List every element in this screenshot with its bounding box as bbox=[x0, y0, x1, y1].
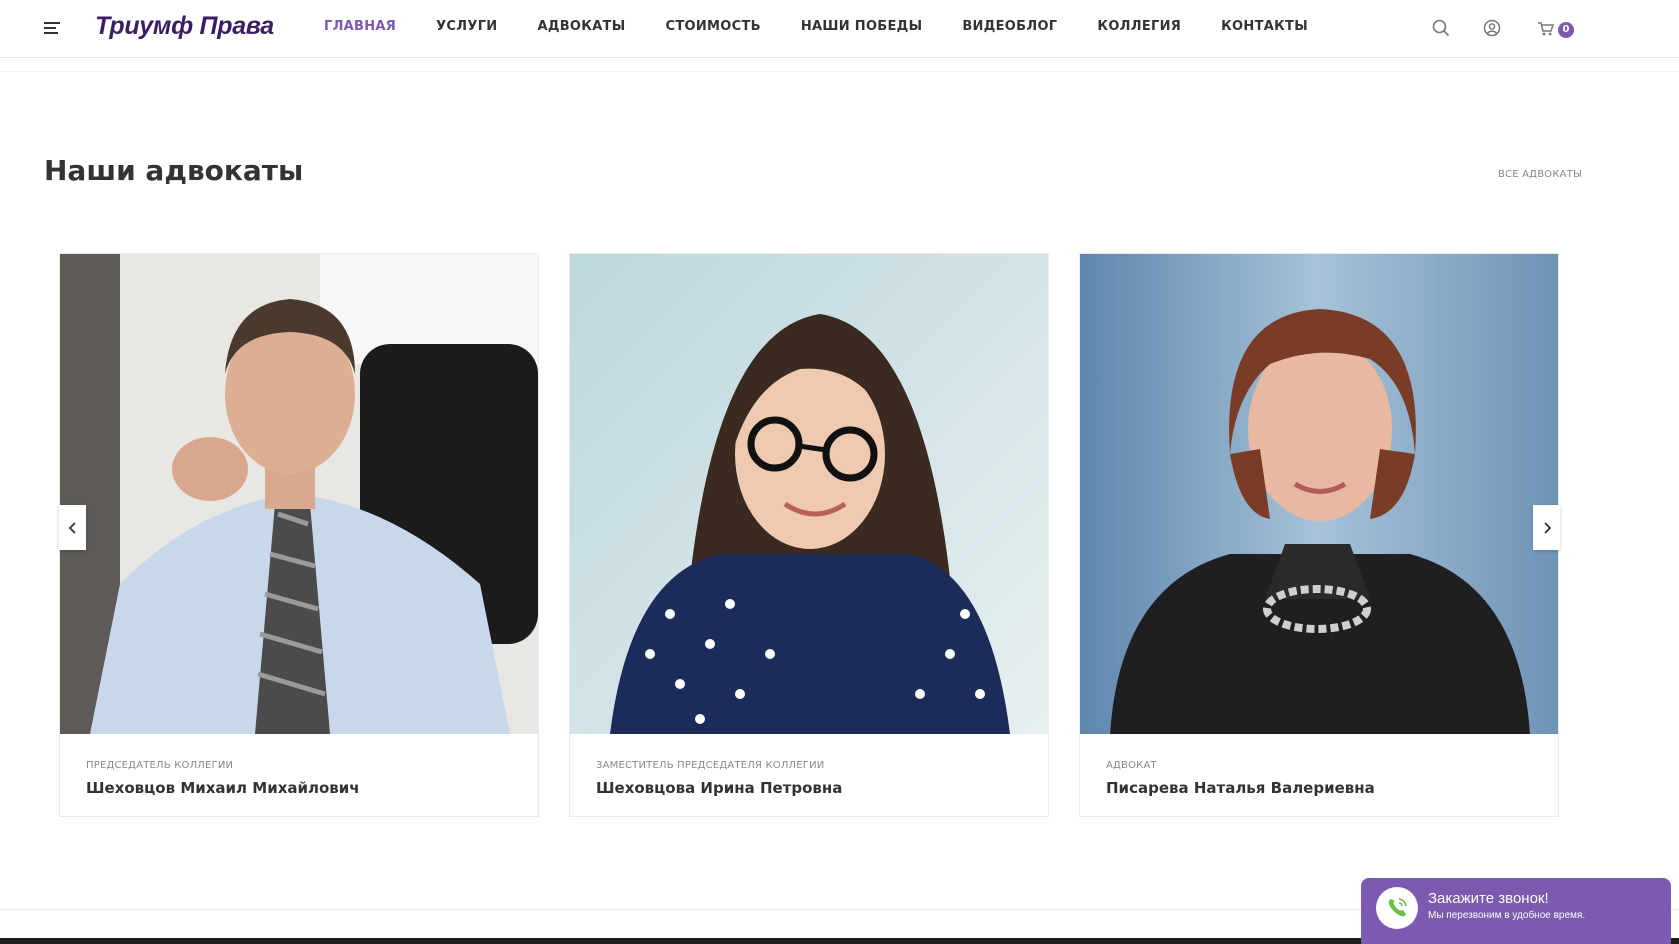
divider bbox=[0, 71, 1679, 72]
lawyer-photo bbox=[570, 254, 1048, 734]
callback-subtitle: Мы перезвоним в удобное время. bbox=[1428, 910, 1586, 921]
nav-services[interactable]: УСЛУГИ bbox=[436, 19, 497, 34]
chevron-left-icon bbox=[68, 521, 76, 534]
lawyer-card[interactable]: ЗАМЕСТИТЕЛЬ ПРЕДСЕДАТЕЛЯ КОЛЛЕГИИ Шеховц… bbox=[569, 253, 1049, 817]
lawyer-name[interactable]: Шеховцов Михаил Михайлович bbox=[86, 779, 528, 797]
lawyer-info: ЗАМЕСТИТЕЛЬ ПРЕДСЕДАТЕЛЯ КОЛЛЕГИИ Шеховц… bbox=[596, 760, 1038, 797]
cart-icon[interactable] bbox=[1535, 17, 1557, 39]
cart-count-badge: 0 bbox=[1558, 22, 1574, 38]
callback-title: Закажите звонок! bbox=[1428, 890, 1549, 907]
phone-icon bbox=[1376, 887, 1418, 929]
lawyer-role: ЗАМЕСТИТЕЛЬ ПРЕДСЕДАТЕЛЯ КОЛЛЕГИИ bbox=[596, 760, 825, 771]
chevron-right-icon bbox=[1543, 521, 1551, 534]
user-icon[interactable] bbox=[1481, 17, 1503, 39]
lawyer-name[interactable]: Писарева Наталья Валериевна bbox=[1106, 779, 1548, 797]
slider-prev-button[interactable] bbox=[59, 505, 86, 550]
nav-lawyers[interactable]: АДВОКАТЫ bbox=[537, 19, 625, 34]
nav-videoblog[interactable]: ВИДЕОБЛОГ bbox=[962, 19, 1057, 34]
lawyer-role: ПРЕДСЕДАТЕЛЬ КОЛЛЕГИИ bbox=[86, 760, 234, 771]
nav-collegium[interactable]: КОЛЛЕГИЯ bbox=[1097, 19, 1181, 34]
nav-pricing[interactable]: СТОИМОСТЬ bbox=[666, 19, 761, 34]
lawyer-info: ПРЕДСЕДАТЕЛЬ КОЛЛЕГИИ Шеховцов Михаил Ми… bbox=[86, 760, 528, 797]
nav-home[interactable]: ГЛАВНАЯ bbox=[324, 19, 396, 34]
search-icon[interactable] bbox=[1430, 17, 1452, 39]
nav-contacts[interactable]: КОНТАКТЫ bbox=[1221, 19, 1308, 34]
slider-next-button[interactable] bbox=[1533, 505, 1560, 550]
all-lawyers-link[interactable]: ВСЕ АДВОКАТЫ bbox=[1498, 169, 1582, 180]
lawyer-role: АДВОКАТ bbox=[1106, 760, 1157, 771]
logo[interactable]: Триумф Права bbox=[95, 12, 274, 41]
menu-icon[interactable] bbox=[44, 22, 60, 34]
nav-victories[interactable]: НАШИ ПОБЕДЫ bbox=[801, 19, 922, 34]
lawyer-photo bbox=[60, 254, 538, 734]
lawyer-name[interactable]: Шеховцова Ирина Петровна bbox=[596, 779, 1038, 797]
lawyer-info: АДВОКАТ Писарева Наталья Валериевна bbox=[1106, 760, 1548, 797]
main-nav: ГЛАВНАЯ УСЛУГИ АДВОКАТЫ СТОИМОСТЬ НАШИ П… bbox=[324, 19, 1348, 34]
section-title: Наши адвокаты bbox=[44, 154, 304, 187]
callback-widget[interactable]: Закажите звонок! Мы перезвоним в удобное… bbox=[1361, 878, 1671, 944]
site-header: Триумф Права ГЛАВНАЯ УСЛУГИ АДВОКАТЫ СТО… bbox=[0, 0, 1679, 58]
lawyer-photo bbox=[1080, 254, 1558, 734]
lawyer-card[interactable]: ПРЕДСЕДАТЕЛЬ КОЛЛЕГИИ Шеховцов Михаил Ми… bbox=[59, 253, 539, 817]
lawyer-card[interactable]: АДВОКАТ Писарева Наталья Валериевна bbox=[1079, 253, 1559, 817]
